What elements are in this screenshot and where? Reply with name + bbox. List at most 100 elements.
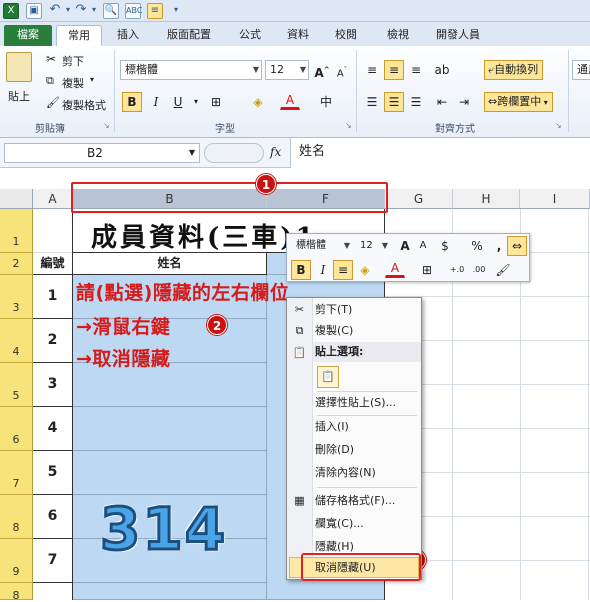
orientation-icon[interactable]: ab bbox=[432, 60, 452, 80]
row-header-9[interactable]: 9 bbox=[0, 539, 33, 583]
save-icon[interactable]: ▣ bbox=[26, 3, 42, 19]
tab-home[interactable]: 常用 bbox=[56, 25, 102, 46]
chevron-down-icon[interactable]: ▼ bbox=[189, 144, 195, 162]
insert-function-icon[interactable]: fx bbox=[270, 145, 281, 159]
column-header-a[interactable]: A bbox=[33, 189, 73, 209]
menu-item-column-width[interactable]: 欄寬(C)... bbox=[315, 515, 364, 533]
name-cell[interactable] bbox=[73, 407, 267, 451]
row-header-5[interactable]: 5 bbox=[0, 363, 33, 407]
underline-icon[interactable]: U bbox=[168, 92, 188, 112]
menu-item-insert[interactable]: 插入(I) bbox=[315, 418, 349, 436]
tab-page-layout[interactable]: 版面配置 bbox=[156, 25, 222, 46]
number-format-combo[interactable]: 通用 bbox=[572, 60, 590, 80]
tab-view[interactable]: 檢視 bbox=[378, 25, 418, 46]
mini-center-icon[interactable]: ≡ bbox=[333, 260, 353, 280]
menu-item-format-cells[interactable]: 儲存格格式(F)... bbox=[315, 492, 395, 510]
paste-icon[interactable] bbox=[6, 52, 32, 82]
spelling-icon[interactable]: ABC bbox=[125, 3, 142, 19]
redo-dropdown-icon[interactable]: ▾ bbox=[86, 3, 102, 19]
name-cell[interactable] bbox=[73, 451, 267, 495]
italic-icon[interactable]: I bbox=[146, 92, 166, 112]
mini-fill-color-icon[interactable]: ◈ bbox=[355, 260, 375, 280]
mini-italic-icon[interactable]: I bbox=[313, 260, 333, 280]
shrink-font-icon[interactable]: Aˇ bbox=[332, 60, 352, 80]
column-header-h[interactable]: H bbox=[453, 189, 520, 209]
column-header-g[interactable]: G bbox=[385, 189, 453, 209]
mini-font-combo[interactable]: 標楷體 ▼ bbox=[291, 237, 353, 255]
mini-decrease-decimal-icon[interactable]: .00 bbox=[469, 260, 489, 280]
customize-icon[interactable]: ▾ bbox=[168, 3, 184, 19]
clipboard-launcher-icon[interactable]: ↘ bbox=[103, 121, 110, 130]
align-icon[interactable]: ≡ bbox=[147, 3, 163, 19]
row-header-2[interactable]: 2 bbox=[0, 253, 33, 275]
row-header-7[interactable]: 7 bbox=[0, 451, 33, 495]
row-header-6[interactable]: 6 bbox=[0, 407, 33, 451]
mini-increase-decimal-icon[interactable]: +.0 bbox=[447, 260, 467, 280]
menu-item-delete[interactable]: 刪除(D) bbox=[315, 441, 354, 459]
fill-color-icon[interactable]: ◈ bbox=[248, 92, 268, 112]
align-bottom-icon[interactable]: ≡ bbox=[406, 60, 426, 80]
formula-bar-divider[interactable] bbox=[204, 143, 264, 163]
menu-item-copy[interactable]: 複製(C) bbox=[315, 322, 353, 340]
id-cell[interactable]: 7 bbox=[33, 539, 73, 583]
menu-item-clear-contents[interactable]: 清除內容(N) bbox=[315, 464, 376, 482]
align-top-icon[interactable]: ≡ bbox=[362, 60, 382, 80]
tab-developer[interactable]: 開發人員 bbox=[428, 25, 488, 46]
column-header-i[interactable]: I bbox=[520, 189, 590, 209]
tab-file[interactable]: 檔案 bbox=[4, 25, 52, 46]
mini-bold-icon[interactable]: B bbox=[291, 260, 311, 280]
increase-indent-icon[interactable]: ⇥ bbox=[454, 92, 474, 112]
row-header-8[interactable]: 8 bbox=[0, 495, 33, 539]
border-icon[interactable]: ⊞ bbox=[206, 92, 226, 112]
phonetic-icon[interactable]: 中 bbox=[316, 92, 336, 112]
align-center-icon[interactable]: ☰ bbox=[384, 92, 404, 112]
mini-grow-font-icon[interactable]: A bbox=[395, 236, 415, 256]
mini-currency-icon[interactable]: $ bbox=[435, 236, 455, 256]
tab-formulas[interactable]: 公式 bbox=[230, 25, 270, 46]
tab-review[interactable]: 校閱 bbox=[326, 25, 366, 46]
paste-icon[interactable]: 📋 bbox=[317, 366, 339, 388]
row-header-1[interactable]: 1 bbox=[0, 209, 33, 253]
format-painter-button[interactable]: 複製格式 bbox=[62, 97, 106, 113]
align-left-icon[interactable]: ☰ bbox=[362, 92, 382, 112]
font-color-icon[interactable]: A bbox=[280, 92, 300, 110]
row-header-4[interactable]: 4 bbox=[0, 319, 33, 363]
mini-font-color-icon[interactable]: A bbox=[385, 260, 405, 278]
align-middle-icon[interactable]: ≡ bbox=[384, 60, 404, 80]
tab-insert[interactable]: 插入 bbox=[108, 25, 148, 46]
id-cell[interactable]: 3 bbox=[33, 363, 73, 407]
merge-center-button[interactable]: ⇔跨欄置中 ▾ bbox=[484, 92, 553, 112]
alignment-launcher-icon[interactable]: ↘ bbox=[555, 121, 562, 130]
align-right-icon[interactable]: ☰ bbox=[406, 92, 426, 112]
mini-comma-icon[interactable]: , bbox=[489, 236, 509, 256]
id-cell[interactable] bbox=[33, 583, 73, 600]
menu-item-paste-special[interactable]: 選擇性貼上(S)... bbox=[315, 394, 396, 412]
name-cell[interactable] bbox=[73, 583, 267, 600]
mini-border-icon[interactable]: ⊞ bbox=[417, 260, 437, 280]
copy-button[interactable]: 複製 bbox=[62, 75, 84, 91]
id-cell[interactable]: 5 bbox=[33, 451, 73, 495]
underline-dropdown-icon[interactable]: ▾ bbox=[186, 92, 206, 112]
mini-percent-icon[interactable]: % bbox=[467, 236, 487, 256]
decrease-indent-icon[interactable]: ⇤ bbox=[432, 92, 452, 112]
wrap-text-button[interactable]: ⤶自動換列 bbox=[484, 60, 544, 80]
id-cell[interactable]: 1 bbox=[33, 275, 73, 319]
cut-button[interactable]: 剪下 bbox=[62, 53, 84, 69]
header-id[interactable]: 編號 bbox=[33, 253, 73, 275]
print-preview-icon[interactable]: 🔍 bbox=[103, 3, 119, 19]
paste-button[interactable]: 貼上 bbox=[8, 88, 30, 104]
id-cell[interactable]: 2 bbox=[33, 319, 73, 363]
font-name-combo[interactable]: 標楷體 ▼ bbox=[120, 60, 262, 80]
grow-font-icon[interactable]: A^ bbox=[312, 60, 332, 80]
header-name[interactable]: 姓名 bbox=[73, 253, 267, 275]
mini-format-painter-icon[interactable]: 🖌 bbox=[493, 260, 513, 280]
excel-icon[interactable]: X bbox=[3, 3, 19, 19]
formula-input[interactable]: 姓名 bbox=[290, 138, 590, 168]
font-launcher-icon[interactable]: ↘ bbox=[345, 121, 352, 130]
name-box[interactable]: B2 ▼ bbox=[4, 143, 200, 163]
row-header-3[interactable]: 3 bbox=[0, 275, 33, 319]
row-header-10[interactable]: 8 bbox=[0, 583, 33, 602]
id-cell[interactable]: 4 bbox=[33, 407, 73, 451]
mini-shrink-font-icon[interactable]: A bbox=[413, 236, 433, 256]
font-size-combo[interactable]: 12 ▼ bbox=[265, 60, 309, 80]
